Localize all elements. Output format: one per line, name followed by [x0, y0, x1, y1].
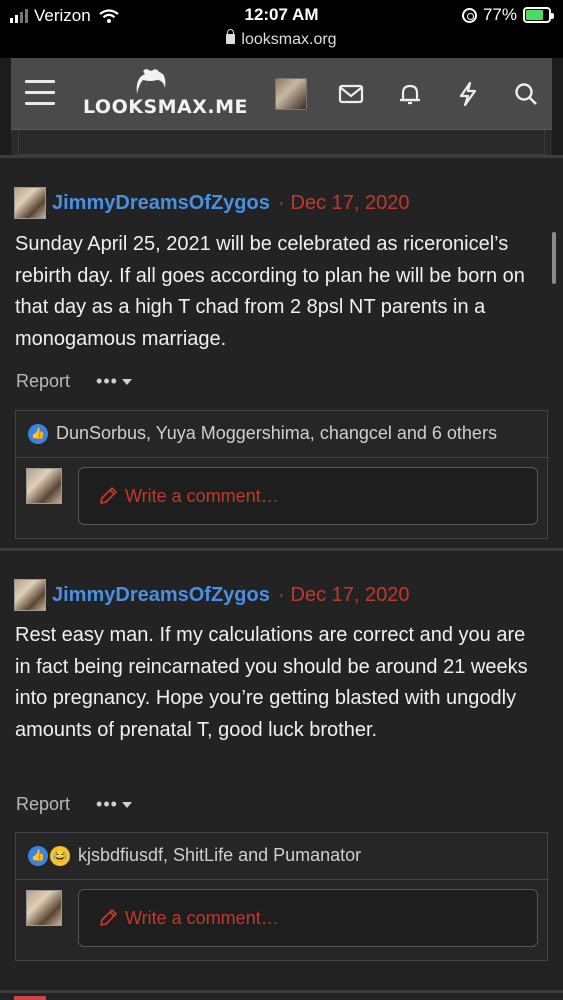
divider: [16, 879, 549, 880]
more-menu[interactable]: •••: [96, 794, 132, 815]
more-dots: •••: [96, 794, 118, 814]
report-link[interactable]: Report: [16, 794, 70, 815]
bolt-icon[interactable]: [455, 82, 481, 106]
next-post-avatar: [14, 996, 46, 1000]
orientation-lock-icon: [461, 7, 477, 23]
menu-icon[interactable]: [25, 80, 55, 106]
status-right: 77%: [461, 5, 554, 25]
reaction-users: DunSorbus, Yuya Moggershima, changcel an…: [56, 423, 497, 443]
post-header: JimmyDreamsOfZygos · Dec 17, 2020: [14, 187, 410, 219]
like-icon: 👍: [28, 423, 48, 444]
post-date[interactable]: Dec 17, 2020: [291, 192, 410, 215]
like-icon: 👍: [28, 845, 48, 866]
post: JimmyDreamsOfZygos · Dec 17, 2020 Rest e…: [0, 548, 563, 990]
search-icon[interactable]: [513, 82, 539, 106]
site-logo[interactable]: LOOKSMAX.ME: [83, 68, 248, 122]
pencil-icon: [100, 909, 117, 926]
reactions-box: 👍 DunSorbus, Yuya Moggershima, changcel …: [15, 410, 549, 539]
url-text: looksmax.org: [241, 31, 337, 48]
reaction-summary[interactable]: 👍 DunSorbus, Yuya Moggershima, changcel …: [28, 423, 497, 444]
comment-placeholder: Write a comment…: [125, 907, 279, 928]
post-header: JimmyDreamsOfZygos · Dec 17, 2020: [14, 579, 410, 611]
pencil-icon: [100, 487, 117, 504]
post-body: Sunday April 25, 2021 will be celebrated…: [15, 233, 525, 350]
next-post-edge: [0, 990, 563, 1000]
header-separator: ·: [277, 583, 285, 606]
report-link[interactable]: Report: [16, 371, 70, 392]
user-avatar[interactable]: [275, 78, 307, 110]
more-menu[interactable]: •••: [96, 371, 132, 392]
logo-hair-icon: [136, 69, 166, 94]
caret-down-icon: [121, 801, 132, 808]
header-separator: ·: [277, 191, 285, 214]
site-header: LOOKSMAX.ME: [11, 58, 552, 130]
envelope-icon[interactable]: [338, 82, 364, 106]
author-name[interactable]: JimmyDreamsOfZygos: [52, 584, 270, 607]
previous-post-end: [18, 130, 545, 155]
post-actions: Report •••: [16, 794, 132, 815]
post-date[interactable]: Dec 17, 2020: [291, 584, 410, 607]
scrollbar[interactable]: [552, 232, 556, 284]
bell-icon[interactable]: [397, 82, 423, 106]
reaction-summary[interactable]: 👍 😂 kjsbdfiusdf, ShitLife and Pumanator: [28, 845, 361, 866]
url-bar[interactable]: looksmax.org: [0, 29, 563, 49]
post: JimmyDreamsOfZygos · Dec 17, 2020 Sunday…: [0, 155, 563, 548]
commenter-avatar: [26, 890, 62, 926]
logo-text: LOOKSMAX.ME: [83, 96, 249, 118]
post-body: Rest easy man. If my calculations are co…: [15, 624, 528, 741]
comment-placeholder: Write a comment…: [125, 485, 279, 506]
post-actions: Report •••: [16, 371, 132, 392]
comment-input[interactable]: Write a comment…: [78, 889, 538, 947]
lock-icon: [226, 29, 236, 44]
author-avatar[interactable]: [14, 579, 46, 611]
laugh-icon: 😂: [50, 845, 70, 866]
caret-down-icon: [121, 378, 132, 385]
author-name[interactable]: JimmyDreamsOfZygos: [52, 192, 270, 215]
author-avatar[interactable]: [14, 187, 46, 219]
comment-input[interactable]: Write a comment…: [78, 467, 538, 525]
more-dots: •••: [96, 371, 118, 391]
battery-percent: 77%: [482, 5, 517, 24]
reactions-box: 👍 😂 kjsbdfiusdf, ShitLife and Pumanator …: [15, 832, 549, 961]
commenter-avatar: [26, 468, 62, 504]
status-bar: Verizon 12:07 AM looksmax.org 77%: [0, 0, 563, 58]
divider: [16, 457, 549, 458]
battery-icon: [523, 7, 554, 23]
reaction-users: kjsbdfiusdf, ShitLife and Pumanator: [78, 845, 362, 865]
